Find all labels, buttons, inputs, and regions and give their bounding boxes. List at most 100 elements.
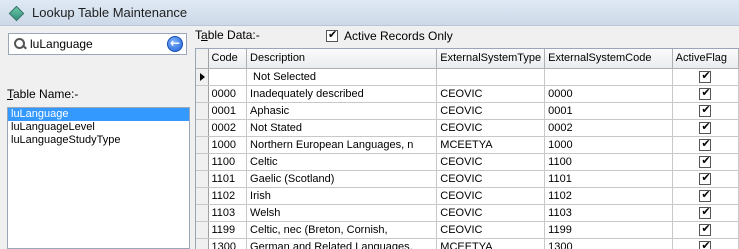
column-header-active-flag[interactable]: ActiveFlag: [672, 49, 739, 69]
row-header[interactable]: [196, 136, 209, 154]
table-row[interactable]: 1300 German and Related Languages, MCEETYA…: [196, 238, 739, 249]
row-header[interactable]: [196, 170, 209, 188]
cell-description[interactable]: Celtic: [246, 153, 438, 171]
cell-code[interactable]: 1103: [208, 204, 248, 222]
search-input[interactable]: [30, 35, 160, 53]
cell-external-system-type[interactable]: CEOVIC: [436, 204, 546, 222]
active-flag-checkbox[interactable]: [699, 137, 712, 151]
cell-external-system-type[interactable]: [436, 68, 546, 86]
column-header-description[interactable]: Description: [246, 49, 438, 69]
cell-description[interactable]: Celtic, nec (Breton, Cornish,: [246, 221, 438, 239]
table-row[interactable]: 1103 Welsh CEOVIC 1103: [196, 204, 739, 222]
cell-external-system-type[interactable]: MCEETYA: [436, 136, 546, 154]
cell-external-system-type[interactable]: MCEETYA: [436, 238, 546, 249]
cell-code[interactable]: 1102: [208, 187, 248, 205]
cell-external-system-code[interactable]: 1102: [544, 187, 673, 205]
active-flag-checkbox[interactable]: [699, 120, 712, 134]
table-list-item[interactable]: luLanguage: [8, 108, 189, 121]
row-header[interactable]: [196, 238, 209, 249]
cell-code[interactable]: 1101: [208, 170, 248, 188]
active-flag-checkbox[interactable]: [699, 103, 712, 117]
cell-active-flag[interactable]: [672, 204, 739, 222]
cell-code[interactable]: 1199: [208, 221, 248, 239]
cell-external-system-type[interactable]: CEOVIC: [436, 221, 546, 239]
cell-external-system-code[interactable]: 0000: [544, 85, 673, 103]
cell-external-system-type[interactable]: CEOVIC: [436, 170, 546, 188]
cell-active-flag[interactable]: [672, 221, 739, 239]
cell-external-system-code[interactable]: 1300: [544, 238, 673, 249]
cell-description[interactable]: Irish: [246, 187, 438, 205]
table-row[interactable]: Not Selected: [196, 68, 739, 86]
cell-description[interactable]: Gaelic (Scotland): [246, 170, 438, 188]
cell-external-system-code[interactable]: 1199: [544, 221, 673, 239]
column-header-code[interactable]: Code: [208, 49, 248, 69]
cell-active-flag[interactable]: [672, 187, 739, 205]
cell-code[interactable]: 1300: [208, 238, 248, 249]
row-header[interactable]: [196, 153, 209, 171]
table-row[interactable]: 1100 Celtic CEOVIC 1100: [196, 153, 739, 171]
table-row[interactable]: 1199 Celtic, nec (Breton, Cornish, CEOVIC 1…: [196, 221, 739, 239]
cell-external-system-type[interactable]: CEOVIC: [436, 153, 546, 171]
cell-external-system-code[interactable]: 1100: [544, 153, 673, 171]
cell-code[interactable]: 0001: [208, 102, 248, 120]
table-list-item[interactable]: luLanguageStudyType: [8, 134, 189, 147]
row-header[interactable]: [196, 204, 209, 222]
cell-active-flag[interactable]: [672, 238, 739, 249]
cell-external-system-code[interactable]: 1101: [544, 170, 673, 188]
column-header-external-system-type[interactable]: ExternalSystemType: [436, 49, 546, 69]
cell-code[interactable]: 0000: [208, 85, 248, 103]
active-flag-checkbox[interactable]: [699, 171, 712, 185]
cell-active-flag[interactable]: [672, 153, 739, 171]
table-list-item[interactable]: luLanguageLevel: [8, 121, 189, 134]
cell-active-flag[interactable]: [672, 102, 739, 120]
cell-description[interactable]: German and Related Languages,: [246, 238, 438, 249]
cell-description[interactable]: Inadequately described: [246, 85, 438, 103]
cell-active-flag[interactable]: [672, 68, 739, 86]
cell-code[interactable]: [208, 68, 248, 86]
active-flag-checkbox[interactable]: [699, 188, 712, 202]
cell-active-flag[interactable]: [672, 119, 739, 137]
active-flag-checkbox[interactable]: [699, 69, 712, 83]
table-row[interactable]: 1102 Irish CEOVIC 1102: [196, 187, 739, 205]
row-header[interactable]: [196, 85, 209, 103]
active-flag-checkbox[interactable]: [699, 222, 712, 236]
table-row[interactable]: 0002 Not Stated CEOVIC 0002: [196, 119, 739, 137]
table-row[interactable]: 1000 Northern European Languages, n MCEETY…: [196, 136, 739, 154]
cell-external-system-type[interactable]: CEOVIC: [436, 102, 546, 120]
cell-code[interactable]: 1000: [208, 136, 248, 154]
table-row[interactable]: 0001 Aphasic CEOVIC 0001: [196, 102, 739, 120]
cell-external-system-type[interactable]: CEOVIC: [436, 85, 546, 103]
cell-external-system-code[interactable]: 1000: [544, 136, 673, 154]
column-header-external-system-code[interactable]: ExternalSystemCode: [544, 49, 673, 69]
active-flag-checkbox[interactable]: [699, 154, 712, 168]
cell-description[interactable]: Northern European Languages, n: [246, 136, 438, 154]
cell-description[interactable]: Not Selected: [246, 68, 438, 86]
cell-description[interactable]: Welsh: [246, 204, 438, 222]
cell-description[interactable]: Not Stated: [246, 119, 438, 137]
cell-code[interactable]: 1100: [208, 153, 248, 171]
active-flag-checkbox[interactable]: [699, 86, 712, 100]
row-header[interactable]: [196, 102, 209, 120]
row-header[interactable]: [196, 119, 209, 137]
row-header[interactable]: [196, 187, 209, 205]
cell-code[interactable]: 0002: [208, 119, 248, 137]
cell-external-system-code[interactable]: 0002: [544, 119, 673, 137]
active-records-only-check[interactable]: [326, 28, 338, 42]
go-back-arrow-icon[interactable]: [167, 36, 183, 52]
cell-external-system-code[interactable]: 0001: [544, 102, 673, 120]
table-row[interactable]: 1101 Gaelic (Scotland) CEOVIC 1101: [196, 170, 739, 188]
active-records-only-checkbox[interactable]: Active Records Only: [326, 28, 453, 43]
cell-external-system-code[interactable]: [544, 68, 673, 86]
table-name-list[interactable]: luLanguage luLanguageLevel luLanguageStudy…: [7, 107, 190, 249]
row-header[interactable]: [196, 221, 209, 239]
active-flag-checkbox[interactable]: [699, 239, 712, 249]
cell-external-system-type[interactable]: CEOVIC: [436, 187, 546, 205]
cell-description[interactable]: Aphasic: [246, 102, 438, 120]
cell-external-system-code[interactable]: 1103: [544, 204, 673, 222]
active-flag-checkbox[interactable]: [699, 205, 712, 219]
current-row-indicator[interactable]: [196, 68, 209, 86]
cell-active-flag[interactable]: [672, 170, 739, 188]
table-row[interactable]: 0000 Inadequately described CEOVIC 0000: [196, 85, 739, 103]
cell-active-flag[interactable]: [672, 85, 739, 103]
cell-external-system-type[interactable]: CEOVIC: [436, 119, 546, 137]
